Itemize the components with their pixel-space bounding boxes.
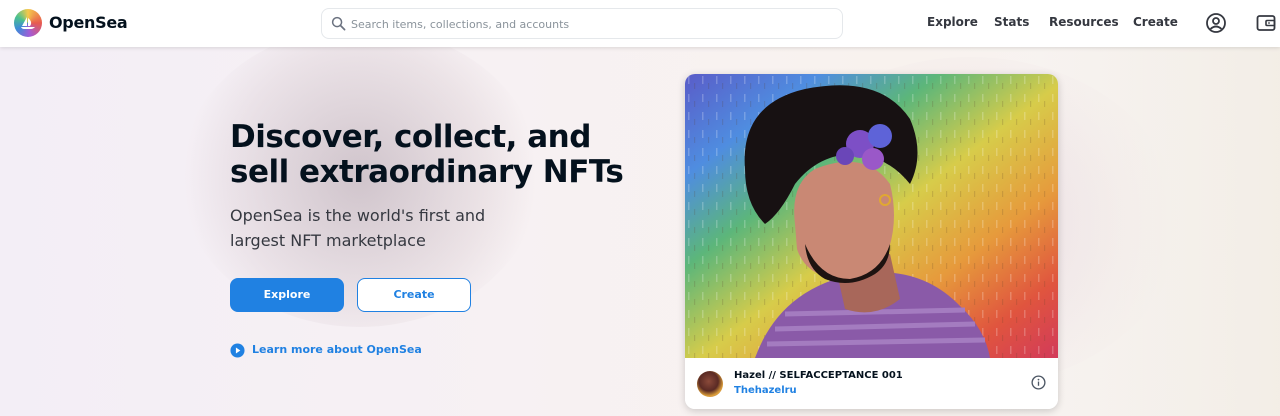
play-circle-icon xyxy=(230,343,245,358)
nft-name[interactable]: Hazel // SELFACCEPTANCE 001 xyxy=(734,370,903,381)
learn-more-link[interactable]: Learn more about OpenSea xyxy=(252,343,422,356)
featured-nft-artwork[interactable] xyxy=(685,74,1058,358)
search-icon xyxy=(331,16,346,31)
search-input[interactable] xyxy=(351,14,831,34)
hero-background-blur xyxy=(1040,47,1280,416)
top-navbar: OpenSea Explore Stats Resources Create xyxy=(0,0,1280,47)
info-icon[interactable] xyxy=(1031,375,1046,390)
creator-avatar[interactable] xyxy=(697,371,723,397)
opensea-logo-icon[interactable] xyxy=(14,9,42,37)
nav-stats-link[interactable]: Stats xyxy=(994,15,1029,29)
featured-nft-card[interactable]: Hazel // SELFACCEPTANCE 001 Thehazelru xyxy=(685,74,1058,409)
create-button[interactable]: Create xyxy=(357,278,471,312)
nav-create-link[interactable]: Create xyxy=(1133,15,1178,29)
account-circle-icon[interactable] xyxy=(1205,12,1227,34)
nav-explore-link[interactable]: Explore xyxy=(927,15,978,29)
creator-link[interactable]: Thehazelru xyxy=(734,385,797,396)
search-bar[interactable] xyxy=(321,8,843,39)
featured-nft-footer: Hazel // SELFACCEPTANCE 001 Thehazelru xyxy=(685,358,1058,409)
hero-section: Discover, collect, and sell extraordinar… xyxy=(0,47,1280,416)
explore-button[interactable]: Explore xyxy=(230,278,344,312)
brand-name[interactable]: OpenSea xyxy=(49,13,128,32)
hero-subtitle: OpenSea is the world's first and largest… xyxy=(230,206,486,250)
hero-title: Discover, collect, and sell extraordinar… xyxy=(230,119,624,190)
wallet-icon[interactable] xyxy=(1255,12,1277,34)
nav-resources-link[interactable]: Resources xyxy=(1049,15,1119,29)
